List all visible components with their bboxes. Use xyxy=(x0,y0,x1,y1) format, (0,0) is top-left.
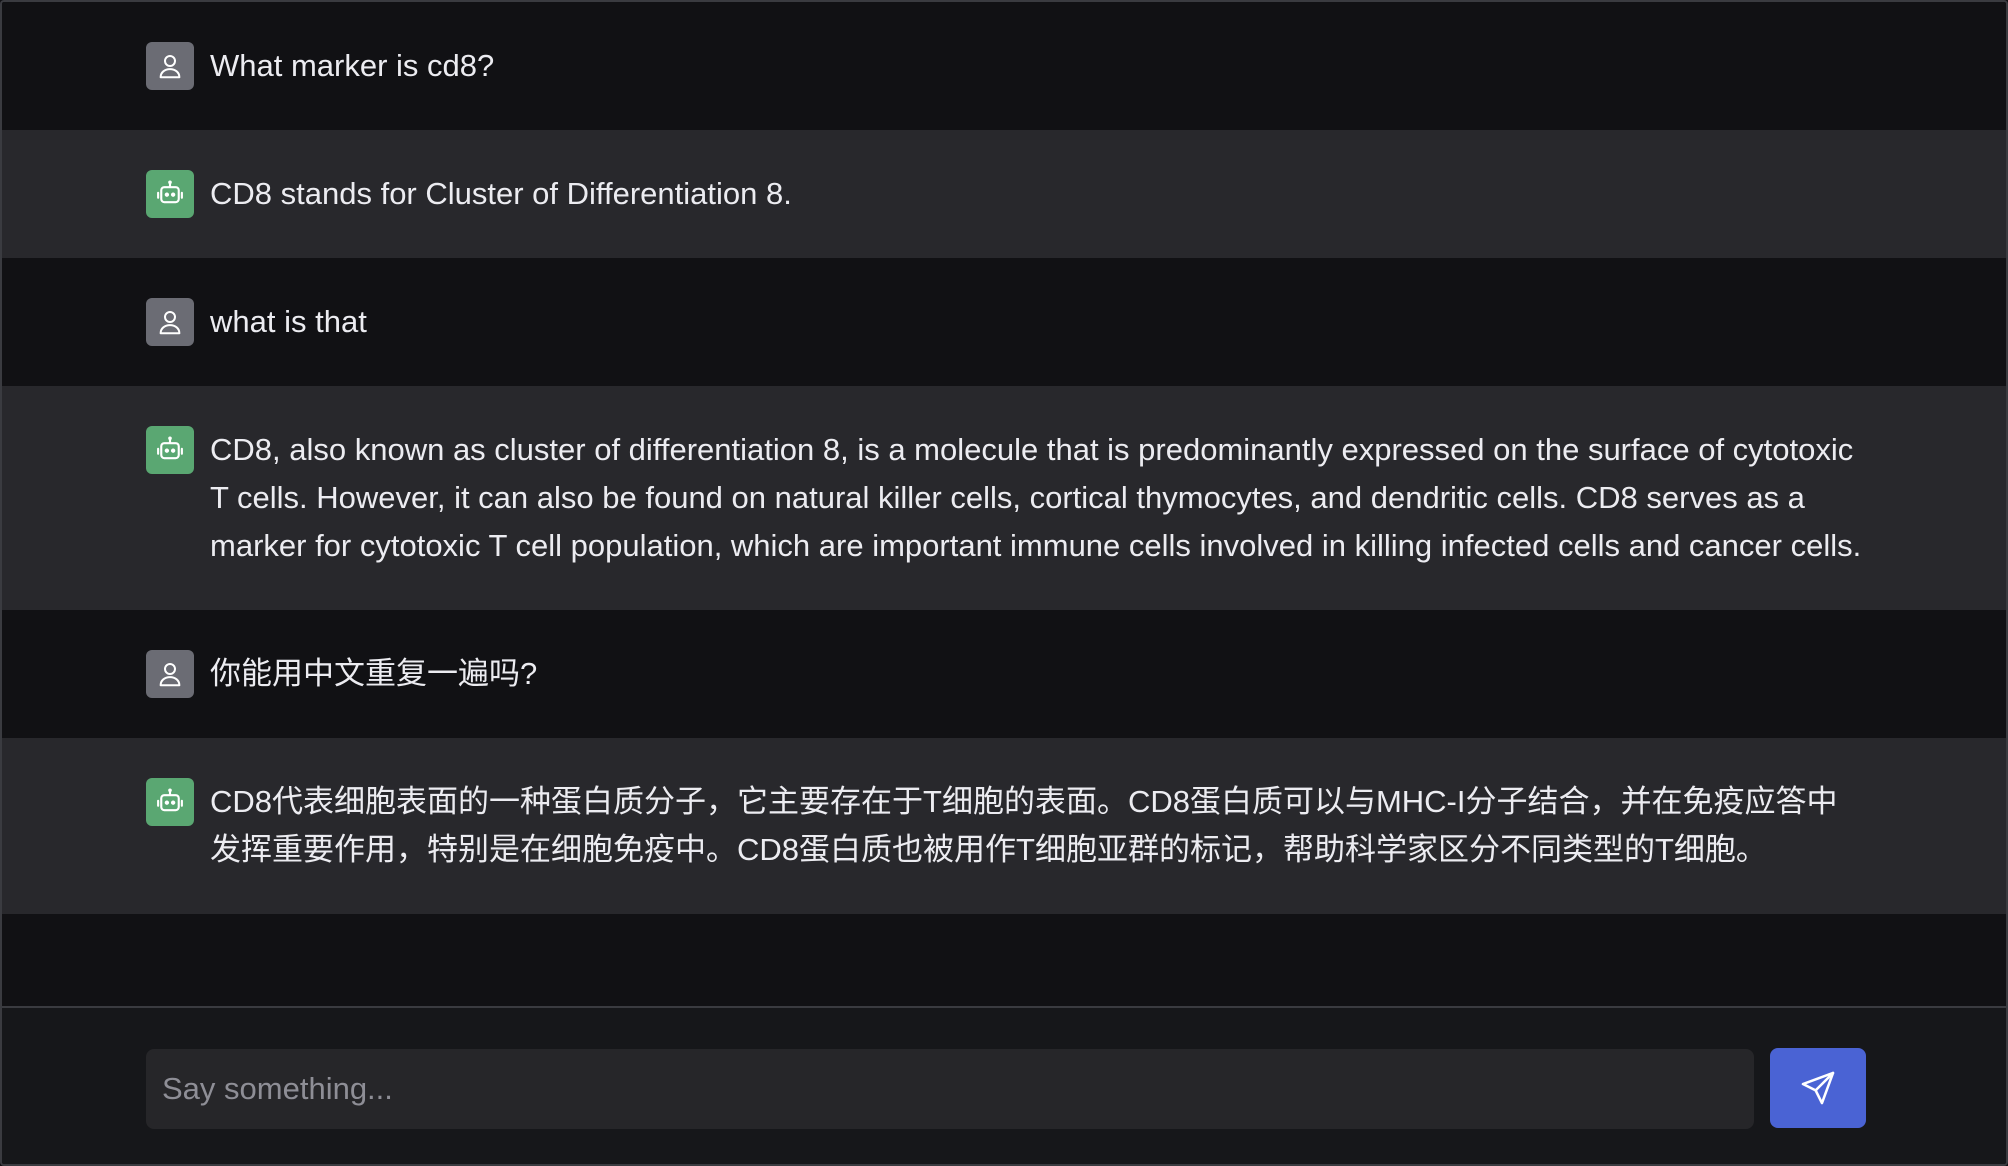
message-text: what is that xyxy=(210,304,367,339)
user-icon xyxy=(159,311,181,335)
bot-avatar xyxy=(146,170,194,218)
message-row-bot: CD8, also known as cluster of differenti… xyxy=(2,386,2006,610)
message-text: 你能用中文重复一遍吗? xyxy=(210,656,538,691)
message-row-bot: CD8 stands for Cluster of Differentiatio… xyxy=(2,130,2006,258)
message-row-user: what is that xyxy=(2,258,2006,386)
bot-avatar xyxy=(146,426,194,474)
message-row-user: 你能用中文重复一遍吗? xyxy=(2,610,2006,738)
message-text: CD8代表细胞表面的一种蛋白质分子，它主要存在于T细胞的表面。CD8蛋白质可以与… xyxy=(210,784,1838,867)
robot-icon xyxy=(157,180,183,204)
send-button[interactable] xyxy=(1770,1048,1866,1128)
message-text: What marker is cd8? xyxy=(210,48,495,83)
user-avatar xyxy=(146,42,194,90)
message-input[interactable] xyxy=(146,1049,1754,1129)
bot-avatar xyxy=(146,778,194,826)
user-icon xyxy=(159,663,181,687)
chat-app: What marker is cd8? CD8 stands for Clust… xyxy=(0,0,2008,1166)
message-row-bot: CD8代表细胞表面的一种蛋白质分子，它主要存在于T细胞的表面。CD8蛋白质可以与… xyxy=(2,738,2006,914)
message-text: CD8, also known as cluster of differenti… xyxy=(210,432,1862,563)
user-avatar xyxy=(146,650,194,698)
composer-bar xyxy=(2,1006,2006,1164)
send-icon xyxy=(1801,1071,1835,1105)
robot-icon xyxy=(157,436,183,460)
message-row-user: What marker is cd8? xyxy=(2,2,2006,130)
user-avatar xyxy=(146,298,194,346)
robot-icon xyxy=(157,788,183,812)
message-list[interactable]: What marker is cd8? CD8 stands for Clust… xyxy=(2,2,2006,1010)
user-icon xyxy=(159,55,181,79)
message-text: CD8 stands for Cluster of Differentiatio… xyxy=(210,176,792,211)
